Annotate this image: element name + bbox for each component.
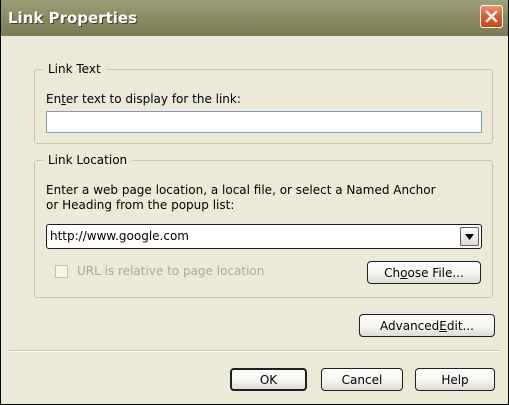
cancel-button[interactable]: Cancel — [321, 368, 403, 391]
button-separator — [9, 350, 500, 352]
chevron-down-icon — [465, 233, 474, 240]
ok-button[interactable]: OK — [230, 368, 307, 391]
link-text-input[interactable] — [46, 111, 482, 133]
window-title: Link Properties — [8, 9, 137, 27]
link-location-legend: Link Location — [48, 153, 128, 167]
url-value[interactable]: http://www.google.com — [50, 229, 189, 243]
relative-url-label: URL is relative to page location — [77, 264, 265, 278]
url-dropdown-button[interactable] — [460, 227, 479, 246]
url-combobox[interactable]: http://www.google.com — [46, 224, 482, 249]
close-button[interactable] — [480, 5, 503, 28]
close-icon — [485, 10, 498, 23]
relative-url-checkbox[interactable] — [55, 265, 68, 278]
link-location-description-line1: Enter a web page location, a local file,… — [46, 183, 436, 197]
choose-file-button[interactable]: Ch o ose File... — [367, 261, 481, 284]
advanced-edit-button[interactable]: Advanced Edit... — [359, 314, 495, 337]
link-text-prompt: Enter text to display for the link: — [46, 92, 241, 106]
link-text-legend: Link Text — [48, 62, 101, 76]
link-properties-dialog: Link Properties Link Text Enter text to … — [0, 0, 509, 405]
title-bar[interactable]: Link Properties — [1, 0, 508, 36]
link-location-description-line2: or Heading from the popup list: — [46, 198, 235, 212]
help-button[interactable]: Help — [415, 368, 495, 391]
